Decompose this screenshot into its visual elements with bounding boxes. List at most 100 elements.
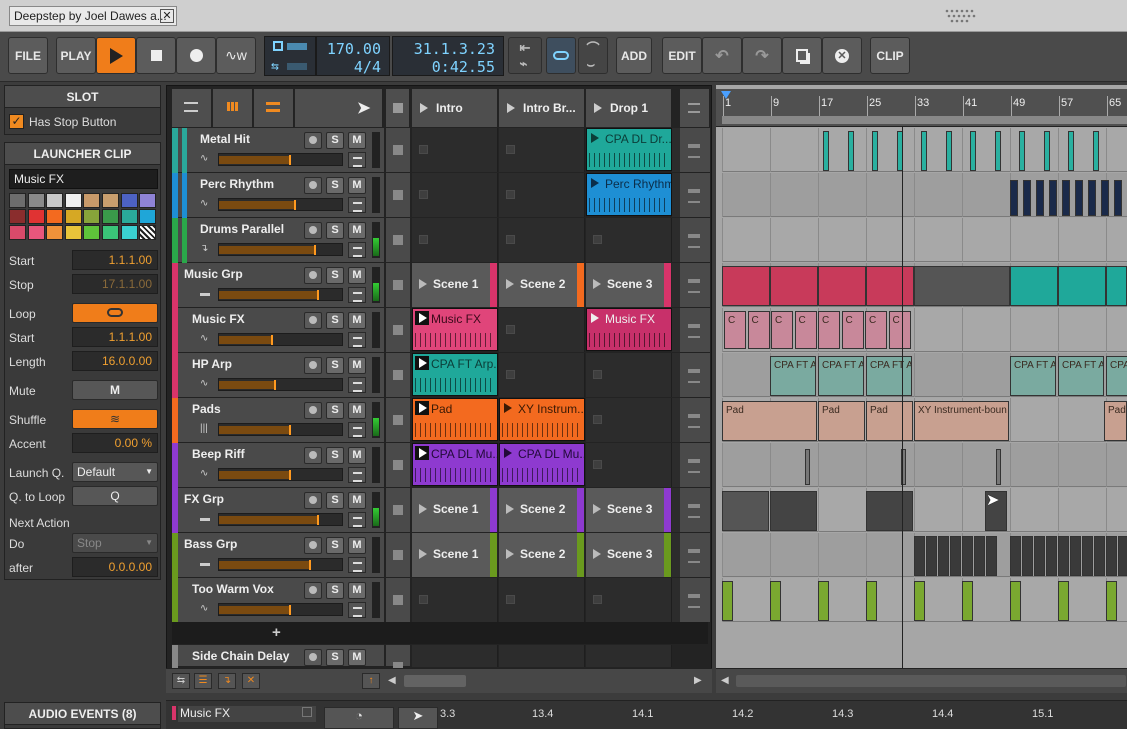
solo-button[interactable]: S [326, 177, 344, 194]
arranger-clip[interactable] [914, 581, 925, 621]
volume-fader[interactable] [218, 423, 343, 436]
track-height-button[interactable] [254, 89, 294, 127]
has-stop-button-checkbox[interactable]: ✓ [9, 114, 24, 129]
color-swatch[interactable] [83, 209, 101, 224]
arranger-clip[interactable] [970, 131, 976, 171]
arranger-clip[interactable] [1068, 131, 1074, 171]
arranger-group-clip[interactable] [1010, 266, 1058, 306]
mute-button[interactable]: M [348, 267, 366, 284]
arranger-clip[interactable] [1034, 536, 1045, 576]
scene-clip[interactable]: Scene 3 [586, 533, 672, 577]
monitor-record-button[interactable] [304, 492, 322, 509]
volume-fader[interactable] [218, 603, 343, 616]
arranger-clip[interactable]: C [794, 311, 817, 349]
monitor-record-button[interactable] [304, 267, 322, 284]
arranger-clip[interactable] [805, 449, 810, 485]
track-stop-button[interactable] [386, 398, 410, 443]
arranger-clip[interactable] [938, 536, 949, 576]
track-stop-button[interactable] [386, 353, 410, 398]
mute-button[interactable]: M [348, 312, 366, 329]
color-swatch[interactable] [64, 193, 82, 208]
track-name[interactable]: Pads [192, 402, 221, 416]
color-swatch[interactable] [102, 209, 119, 224]
arranger-clip[interactable] [823, 131, 829, 171]
track-row-menu-button[interactable] [680, 173, 710, 218]
clip-play-button[interactable] [415, 356, 429, 370]
after-field[interactable]: 0.0.0.00 [72, 557, 158, 577]
arranger-clip[interactable] [914, 536, 925, 576]
arranger-clip[interactable] [1049, 180, 1057, 216]
launcher-clip[interactable]: CPA DL Dr... [586, 128, 672, 171]
clip-play-button[interactable] [415, 401, 429, 415]
arranger-clip[interactable] [1019, 131, 1025, 171]
track-name[interactable]: Music FX [192, 312, 245, 326]
empty-slot[interactable] [586, 578, 672, 622]
position-display[interactable]: 31.1.3.23 0:42.55 [392, 36, 504, 76]
arranger-clip[interactable]: C [865, 311, 887, 349]
arranger-clip[interactable] [1106, 581, 1117, 621]
solo-button[interactable]: S [326, 357, 344, 374]
add-track-icon[interactable]: + [272, 624, 281, 641]
track-stop-button[interactable] [386, 533, 410, 578]
volume-fader[interactable] [218, 288, 343, 301]
list-view-icon[interactable]: ☰ [194, 673, 212, 689]
arranger-clip[interactable]: C [888, 311, 911, 349]
clip-play-button[interactable] [415, 446, 429, 460]
track-row-menu-button[interactable] [680, 533, 710, 578]
track-row-menu-button[interactable] [680, 263, 710, 308]
stop-button[interactable] [136, 37, 176, 74]
solo-button[interactable]: S [326, 492, 344, 509]
volume-knob[interactable] [309, 560, 311, 570]
monitor-record-button[interactable] [304, 447, 322, 464]
add-button[interactable]: ADD [616, 37, 652, 74]
track-row-menu-button[interactable] [680, 398, 710, 443]
swap-icon[interactable]: ⇆ [172, 673, 190, 689]
close-tab-icon[interactable]: ✕ [160, 9, 174, 23]
arranger-clip[interactable]: CPA FT A [866, 356, 912, 396]
empty-slot[interactable] [412, 173, 498, 217]
track-stop-button[interactable] [386, 645, 410, 672]
arranger-clip[interactable]: CPA FT A [1058, 356, 1104, 396]
track-stop-button[interactable] [386, 218, 410, 263]
color-swatch[interactable] [83, 193, 101, 208]
loop-start-field[interactable]: 1.1.1.00 [72, 327, 158, 347]
arranger-clip[interactable] [1023, 180, 1031, 216]
launcher-clip[interactable]: Pad [412, 398, 498, 441]
solo-button[interactable]: S [326, 402, 344, 419]
volume-fader[interactable] [218, 378, 343, 391]
arranger-clip[interactable] [1082, 536, 1093, 576]
pointer-tool-button[interactable]: ➤ [398, 707, 438, 729]
arranger-group-clip[interactable] [722, 491, 769, 531]
arranger-clip[interactable] [1036, 180, 1044, 216]
scene-header-drop-1[interactable]: Drop 1 [586, 89, 672, 127]
color-swatch[interactable] [9, 225, 26, 240]
launcher-clip[interactable]: XY Instrum... [499, 398, 585, 441]
mute-button[interactable]: M [348, 447, 366, 464]
solo-button[interactable]: S [326, 447, 344, 464]
track-header-options-button[interactable] [172, 89, 212, 127]
arranger-clip[interactable]: C [841, 311, 864, 349]
accent-field[interactable]: 0.00 % [72, 433, 158, 453]
arranger-clip[interactable]: CPA FT A [818, 356, 864, 396]
scene-clip[interactable]: Scene 1 [412, 263, 498, 307]
volume-knob[interactable] [271, 335, 273, 345]
arranger-clip[interactable] [1022, 536, 1033, 576]
arranger-clip[interactable] [996, 449, 1001, 485]
color-swatch[interactable] [120, 193, 138, 208]
arranger-clip[interactable] [1088, 180, 1096, 216]
track-menu-button[interactable] [348, 467, 366, 483]
empty-slot[interactable] [499, 308, 585, 352]
solo-button[interactable]: S [326, 222, 344, 239]
record-button[interactable] [176, 37, 216, 74]
redo-button[interactable]: ↷ [742, 37, 782, 74]
arranger-clip[interactable] [1106, 536, 1117, 576]
arranger-clip[interactable]: C [724, 311, 746, 349]
track-row-menu-button[interactable] [680, 128, 710, 173]
color-swatch[interactable] [9, 209, 26, 224]
arranger-clip[interactable]: Pad [1104, 401, 1127, 441]
track-row-menu-button[interactable] [680, 578, 710, 623]
volume-knob[interactable] [317, 290, 319, 300]
arranger-group-clip[interactable] [866, 266, 914, 306]
monitor-record-button[interactable] [304, 649, 322, 666]
stop-field[interactable]: 17.1.1.00 [72, 274, 158, 294]
